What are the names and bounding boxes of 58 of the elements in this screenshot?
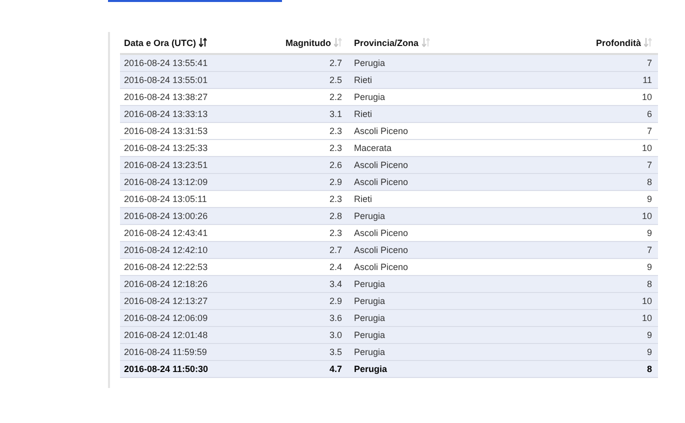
table-cell: 10 xyxy=(510,208,658,225)
table-cell: 2016-08-24 13:23:51 xyxy=(120,157,260,174)
table-cell: Ascoli Piceno xyxy=(350,242,510,259)
table-cell: 2016-08-24 13:31:53 xyxy=(120,123,260,140)
table-cell: 2016-08-24 13:55:01 xyxy=(120,72,260,89)
table-cell: 7 xyxy=(510,55,658,72)
table-cell: 8 xyxy=(510,361,658,378)
table-cell: Ascoli Piceno xyxy=(350,174,510,191)
table-cell: 3.1 xyxy=(260,106,350,123)
table-cell: Rieti xyxy=(350,106,510,123)
table-cell: 3.5 xyxy=(260,344,350,361)
table-cell: 11 xyxy=(510,72,658,89)
table-cell: 3.4 xyxy=(260,276,350,293)
table-cell: 2.3 xyxy=(260,123,350,140)
table-cell: Perugia xyxy=(350,293,510,310)
table-cell: 8 xyxy=(510,174,658,191)
table-cell: 6 xyxy=(510,106,658,123)
table-cell: 2016-08-24 12:18:26 xyxy=(120,276,260,293)
table-cell: 2.9 xyxy=(260,174,350,191)
sort-icon[interactable] xyxy=(199,38,208,47)
table-cell: 2.7 xyxy=(260,242,350,259)
table-cell: 2.8 xyxy=(260,208,350,225)
table-cell: 9 xyxy=(510,327,658,344)
table-cell: 4.7 xyxy=(260,361,350,378)
table-cell: Perugia xyxy=(350,344,510,361)
table-cell: 2.9 xyxy=(260,293,350,310)
cut-off-link[interactable] xyxy=(108,0,282,2)
table-cell: Ascoli Piceno xyxy=(350,123,510,140)
table-cell: 2016-08-24 11:59:59 xyxy=(120,344,260,361)
table-cell: 2.6 xyxy=(260,157,350,174)
table-cell: 2016-08-24 12:42:10 xyxy=(120,242,260,259)
table-cell: 2016-08-24 13:00:26 xyxy=(120,208,260,225)
table-cell: Perugia xyxy=(350,55,510,72)
table-cell: 7 xyxy=(510,123,658,140)
table-cell: 3.0 xyxy=(260,327,350,344)
table-cell: Rieti xyxy=(350,72,510,89)
table-cell: 3.6 xyxy=(260,310,350,327)
table-cell: 7 xyxy=(510,242,658,259)
table-cell: Perugia xyxy=(350,310,510,327)
table-cell: 10 xyxy=(510,293,658,310)
table-cell: 2016-08-24 12:06:09 xyxy=(120,310,260,327)
table-cell: 2016-08-24 13:55:41 xyxy=(120,55,260,72)
table-cell: Ascoli Piceno xyxy=(350,157,510,174)
table-cell: 2.7 xyxy=(260,55,350,72)
table-cell: Perugia xyxy=(350,361,510,378)
table-cell: 7 xyxy=(510,157,658,174)
table-cell: Perugia xyxy=(350,327,510,344)
table-cell: 2016-08-24 12:13:27 xyxy=(120,293,260,310)
table-cell: 2016-08-24 12:01:48 xyxy=(120,327,260,344)
table-cell: 9 xyxy=(510,344,658,361)
table-cell: 2016-08-24 13:12:09 xyxy=(120,174,260,191)
table-cell: 2016-08-24 13:33:13 xyxy=(120,106,260,123)
table-cell: 2.5 xyxy=(260,72,350,89)
table-cell: 10 xyxy=(510,310,658,327)
table-cell: 8 xyxy=(510,276,658,293)
table-cell: 2016-08-24 11:50:30 xyxy=(120,361,260,378)
table-cell: Perugia xyxy=(350,208,510,225)
table-cell: Perugia xyxy=(350,276,510,293)
